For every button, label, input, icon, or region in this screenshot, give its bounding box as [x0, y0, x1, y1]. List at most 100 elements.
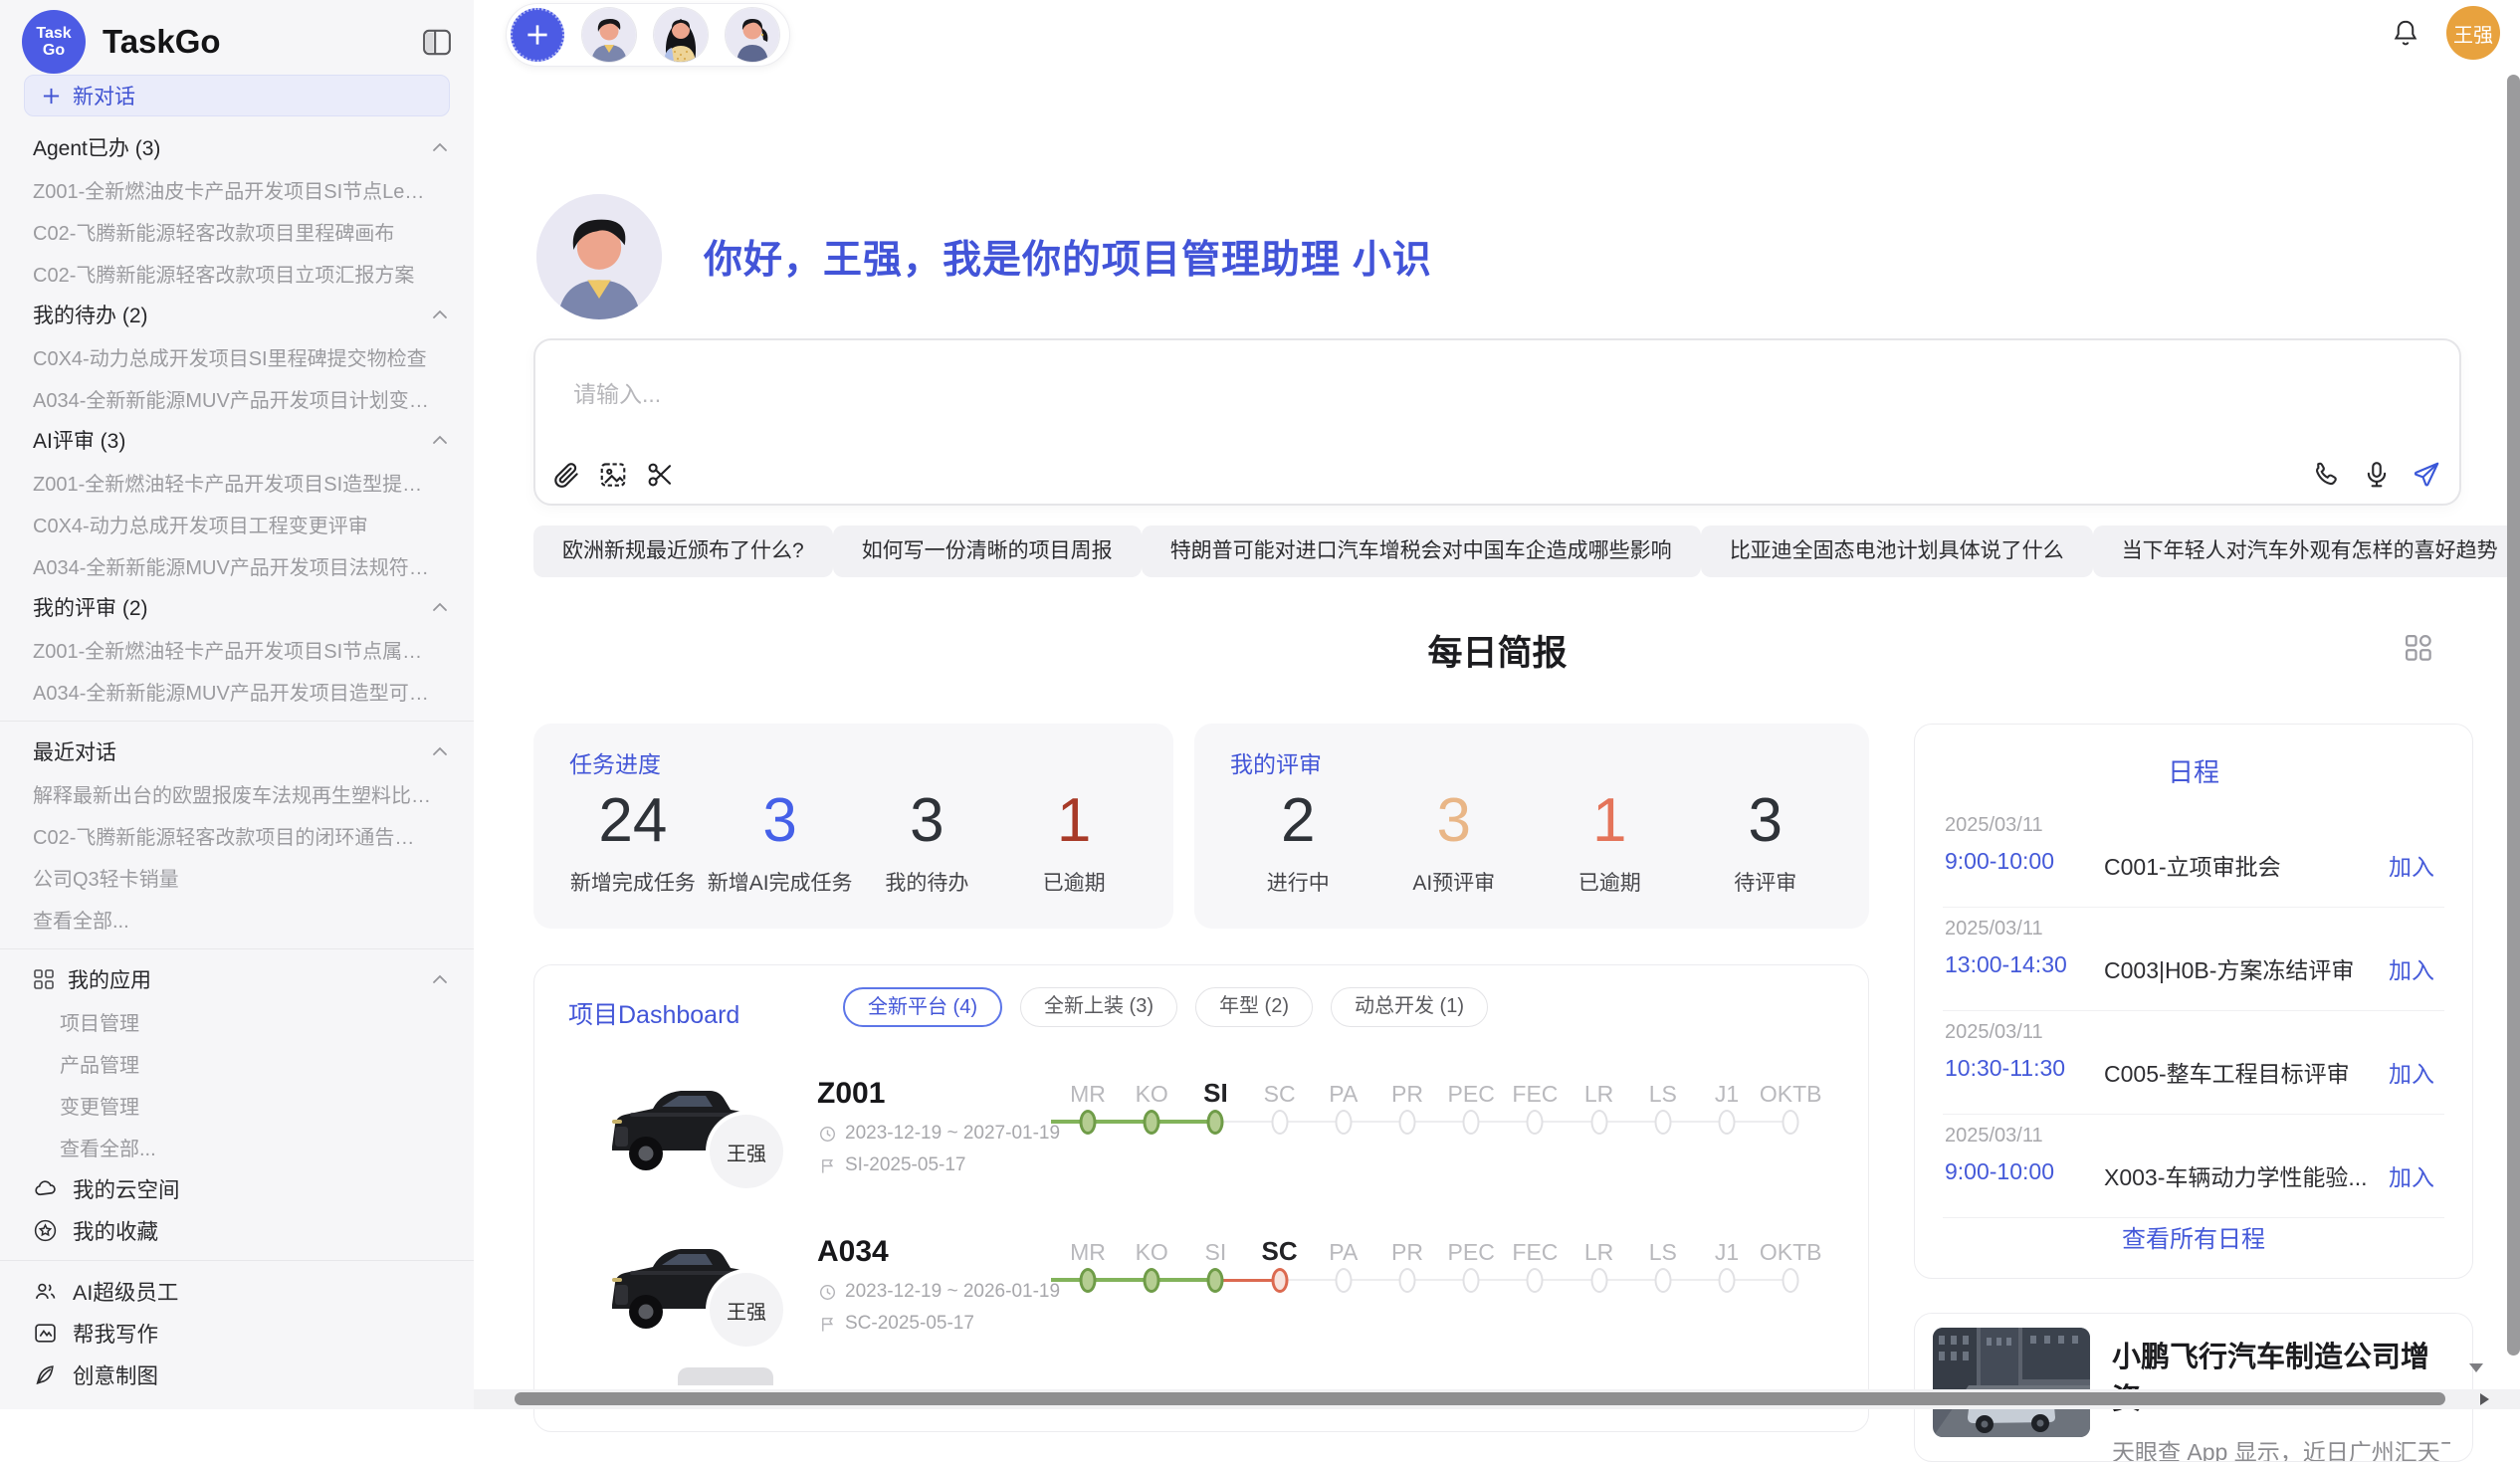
phone-icon[interactable]	[2312, 460, 2342, 490]
sidebar-item[interactable]: 解释最新出台的欧盟报废车法规再生塑料比例被调至15%...	[0, 772, 474, 814]
sidebar-item-write[interactable]: 帮我写作	[0, 1312, 474, 1354]
milestone-node[interactable]	[1463, 1110, 1480, 1135]
next-project-partial	[678, 1367, 773, 1385]
sidebar-item[interactable]: C02-飞腾新能源轻客改款项目立项汇报方案	[0, 252, 474, 294]
milestone-node[interactable]	[1335, 1268, 1352, 1293]
image-icon[interactable]	[598, 460, 628, 490]
news-card[interactable]: 小鹏飞行汽车制造公司增资 天眼查 App 显示，近日广州汇天飞行汽...	[1914, 1313, 2473, 1462]
sidebar-section-header[interactable]: 我的应用	[0, 958, 474, 1000]
dashboard-tab[interactable]: 全新上装 (3)	[1020, 987, 1177, 1027]
milestone-node[interactable]	[1654, 1110, 1671, 1135]
sidebar-item[interactable]: Z001-全新燃油轻卡产品开发项目SI造型提交物评审	[0, 461, 474, 503]
microphone-icon[interactable]	[2362, 460, 2392, 490]
stat-label: 新增AI完成任务	[707, 867, 854, 897]
sidebar-section-header[interactable]: 最近对话	[0, 731, 474, 772]
sidebar-item-team[interactable]: AI超级员工	[0, 1270, 474, 1312]
schedule-view-all[interactable]: 查看所有日程	[1915, 1219, 2472, 1254]
sidebar-section-header[interactable]: Agent已办 (3)	[0, 126, 474, 168]
sidebar-item[interactable]: 查看全部...	[0, 898, 474, 940]
milestone-node[interactable]	[1271, 1268, 1288, 1293]
milestone-node[interactable]	[1783, 1268, 1799, 1293]
sidebar-item[interactable]: A034-全新新能源MUV产品开发项目计划变更表编写	[0, 377, 474, 419]
scroll-right-icon[interactable]	[2475, 1391, 2493, 1407]
milestone-node[interactable]	[1080, 1110, 1097, 1135]
milestone-segment	[1599, 1279, 1663, 1281]
sidebar-item[interactable]: A034-全新新能源MUV产品开发项目法规符合性评审	[0, 544, 474, 586]
milestone-node[interactable]	[1719, 1110, 1736, 1135]
session-avatar[interactable]	[654, 8, 708, 62]
sidebar-item[interactable]: 变更管理	[0, 1084, 474, 1126]
vertical-scrollbar[interactable]	[2507, 75, 2520, 1356]
sidebar-collapse-icon[interactable]	[422, 29, 452, 56]
milestone-node[interactable]	[1527, 1268, 1544, 1293]
sidebar-item[interactable]: Z001-全新燃油轻卡产品开发项目SI节点属性5D文件评审	[0, 628, 474, 670]
sidebar-section-header[interactable]: AI评审 (3)	[0, 419, 474, 461]
schedule-join-link[interactable]: 加入	[2389, 951, 2434, 985]
schedule-join-link[interactable]: 加入	[2389, 1055, 2434, 1089]
milestone-node[interactable]	[1207, 1110, 1224, 1135]
user-avatar[interactable]: 王强	[2446, 6, 2500, 60]
milestone-node[interactable]	[1399, 1268, 1416, 1293]
session-avatar[interactable]	[726, 8, 779, 62]
schedule-join-link[interactable]: 加入	[2389, 1158, 2434, 1192]
suggestion-chip[interactable]: 特朗普可能对进口汽车增税会对中国车企造成哪些影响	[1142, 525, 1701, 577]
milestone-segment	[1727, 1279, 1790, 1281]
sidebar-section-header[interactable]: 我的待办 (2)	[0, 294, 474, 335]
milestone-node[interactable]	[1399, 1110, 1416, 1135]
milestone-node[interactable]	[1207, 1268, 1224, 1293]
milestone-node[interactable]	[1654, 1268, 1671, 1293]
schedule-item[interactable]: 2025/03/1113:00-14:30C003|H0B-方案冻结评审加入	[1915, 908, 2472, 1011]
sidebar-item[interactable]: 项目管理	[0, 1000, 474, 1042]
horizontal-scrollbar[interactable]	[515, 1392, 2445, 1405]
milestone-node[interactable]	[1463, 1268, 1480, 1293]
milestone-node[interactable]	[1590, 1268, 1607, 1293]
sidebar-item-star[interactable]: 我的收藏	[0, 1209, 474, 1251]
sidebar-item-cloud[interactable]: 我的云空间	[0, 1167, 474, 1209]
milestone-node[interactable]	[1527, 1110, 1544, 1135]
scissors-icon[interactable]	[645, 460, 675, 490]
send-icon[interactable]	[2412, 460, 2441, 490]
schedule-join-link[interactable]: 加入	[2389, 848, 2434, 882]
milestone-segment	[1535, 1121, 1598, 1123]
sidebar-item-label: 项目管理	[60, 1007, 139, 1036]
schedule-item[interactable]: 2025/03/119:00-10:00X003-车辆动力学性能验...加入	[1915, 1115, 2472, 1218]
session-avatar[interactable]	[582, 8, 636, 62]
suggestion-chip[interactable]: 如何写一份清晰的项目周报	[833, 525, 1142, 577]
notification-bell-icon[interactable]	[2391, 18, 2420, 48]
sidebar-item[interactable]: C02-飞腾新能源轻客改款项目里程碑画布	[0, 210, 474, 252]
sidebar-item[interactable]: C0X4-动力总成开发项目工程变更评审	[0, 503, 474, 544]
suggestion-chip[interactable]: 比亚迪全固态电池计划具体说了什么	[1701, 525, 2093, 577]
milestone-node[interactable]	[1271, 1110, 1288, 1135]
milestone-node[interactable]	[1144, 1110, 1160, 1135]
milestone-node[interactable]	[1080, 1268, 1097, 1293]
dashboard-grid-icon[interactable]	[2404, 633, 2433, 663]
new-chat-button[interactable]: 新对话	[24, 75, 450, 116]
sidebar-item[interactable]: 产品管理	[0, 1042, 474, 1084]
milestone-node[interactable]	[1590, 1110, 1607, 1135]
dashboard-tab[interactable]: 动总开发 (1)	[1331, 987, 1488, 1027]
sidebar-item[interactable]: C0X4-动力总成开发项目SI里程碑提交物检查	[0, 335, 474, 377]
sidebar-item[interactable]: C02-飞腾新能源轻客改款项目的闭环通告反馈情况	[0, 814, 474, 856]
scroll-down-icon[interactable]	[2467, 1359, 2485, 1375]
schedule-item[interactable]: 2025/03/1110:30-11:30C005-整车工程目标评审加入	[1915, 1011, 2472, 1115]
milestone-node[interactable]	[1144, 1268, 1160, 1293]
sidebar-item[interactable]: 查看全部...	[0, 1126, 474, 1167]
sidebar-item-quill[interactable]: 创意制图	[0, 1354, 474, 1395]
new-session-button[interactable]	[511, 8, 564, 62]
milestone-node[interactable]	[1335, 1110, 1352, 1135]
paperclip-icon[interactable]	[551, 460, 581, 490]
star-icon	[33, 1218, 58, 1243]
schedule-item[interactable]: 2025/03/119:00-10:00C001-立项审批会加入	[1915, 804, 2472, 908]
milestone-node[interactable]	[1719, 1268, 1736, 1293]
milestone-node[interactable]	[1783, 1110, 1799, 1135]
dashboard-tab[interactable]: 全新平台 (4)	[843, 987, 1002, 1027]
sidebar-item[interactable]: 公司Q3轻卡销量	[0, 856, 474, 898]
sidebar-section-header[interactable]: 我的评审 (2)	[0, 586, 474, 628]
suggestion-chip[interactable]: 当下年轻人对汽车外观有怎样的喜好趋势	[2093, 525, 2520, 577]
chat-input[interactable]	[571, 380, 1969, 409]
dashboard-tab[interactable]: 年型 (2)	[1195, 987, 1313, 1027]
sidebar-item[interactable]: A034-全新新能源MUV产品开发项目造型可行性评审	[0, 670, 474, 712]
flag-icon	[819, 1316, 836, 1333]
sidebar-item[interactable]: Z001-全新燃油皮卡产品开发项目SI节点Lesson Learn报告	[0, 168, 474, 210]
suggestion-chip[interactable]: 欧洲新规最近颁布了什么?	[533, 525, 833, 577]
